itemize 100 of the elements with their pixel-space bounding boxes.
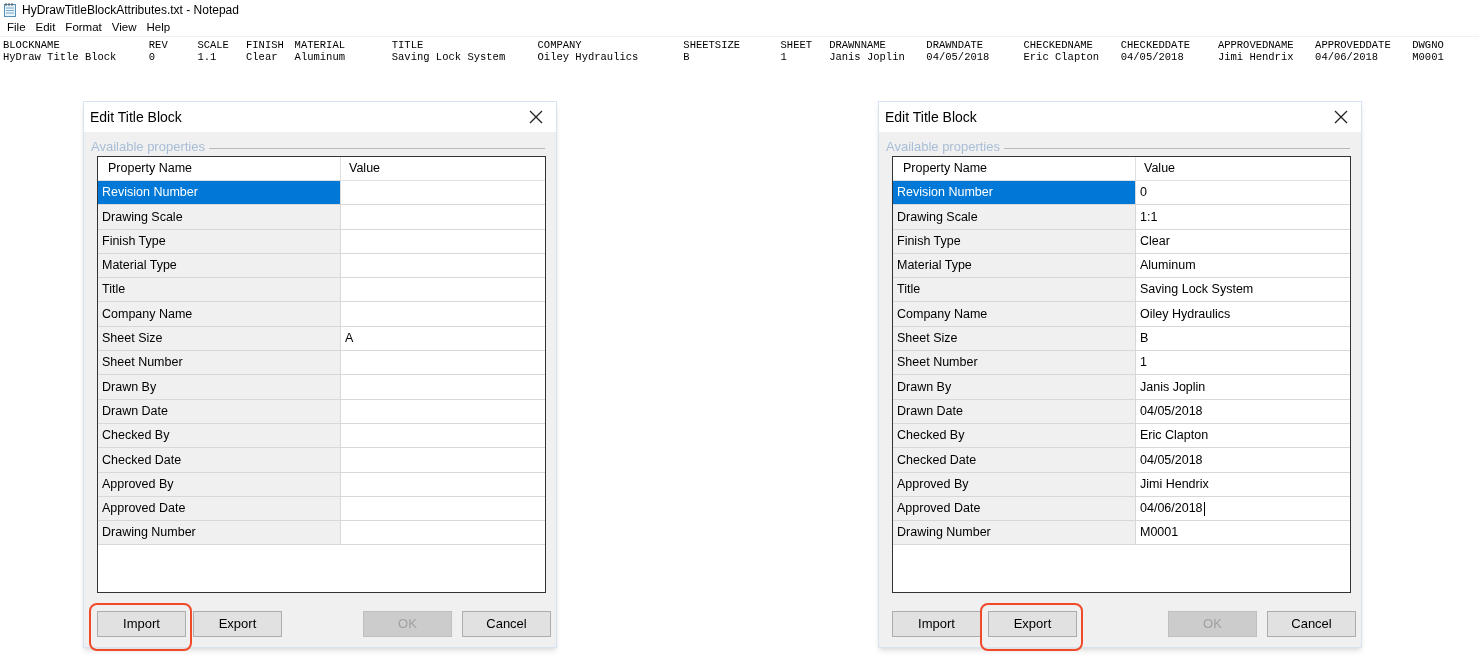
field-value-text: Aluminum	[294, 51, 346, 63]
property-name-cell[interactable]: Revision Number	[98, 181, 341, 205]
column-heading-text: APPROVEDNAME	[1217, 39, 1295, 51]
property-name-cell[interactable]: Checked Date	[893, 448, 1136, 472]
menu-item[interactable]: Format	[60, 19, 107, 37]
property-name-cell[interactable]: Drawing Scale	[893, 205, 1136, 229]
close-icon	[529, 110, 543, 124]
property-name-cell[interactable]: Approved By	[893, 472, 1136, 496]
column-heading-text: DRAWNNAME	[829, 39, 887, 51]
group-label: Available properties	[886, 140, 1000, 154]
dialog-button[interactable]: Import	[892, 611, 981, 637]
property-name-cell[interactable]: Approved Date	[98, 496, 341, 521]
column-heading-text: APPROVEDDATE	[1315, 39, 1392, 51]
property-name-cell[interactable]: Company Name	[98, 302, 341, 326]
property-name-cell[interactable]: Checked By	[98, 423, 341, 448]
property-name-cell[interactable]: Company Name	[893, 302, 1136, 326]
dialog-button[interactable]: Cancel	[462, 611, 551, 637]
property-value-field[interactable]: 1	[1136, 351, 1350, 375]
property-name-cell[interactable]: Sheet Number	[98, 351, 341, 375]
column-heading-text: FINISH	[246, 39, 285, 51]
property-value-field[interactable]: Jimi Hendrix	[1136, 472, 1350, 496]
field-value-text: 04/06/2018	[1315, 51, 1380, 63]
property-name-cell[interactable]: Approved By	[98, 472, 341, 496]
field-value-text: Eric Clapton	[1023, 51, 1101, 63]
property-name-cell[interactable]: Finish Type	[893, 229, 1136, 253]
property-name-cell[interactable]: Revision Number	[893, 181, 1136, 205]
column-header[interactable]: Property Name	[98, 157, 341, 180]
property-value-field[interactable]: Eric Clapton	[1136, 423, 1350, 448]
field-value-text: 0	[148, 51, 157, 63]
property-value-field[interactable]: 04/05/2018	[1136, 399, 1350, 423]
property-name-cell[interactable]: Drawing Number	[98, 521, 341, 545]
column-heading-text: CHECKEDNAME	[1023, 39, 1094, 51]
property-name-cell[interactable]: Sheet Size	[893, 326, 1136, 351]
property-value-field[interactable]: M0001	[1136, 521, 1350, 545]
property-value-field[interactable]: 0	[1136, 181, 1350, 205]
field-value-text: HyDraw Title Block	[3, 51, 118, 63]
property-name-cell[interactable]: Drawn By	[98, 375, 341, 399]
field-value-text: Clear	[246, 51, 279, 63]
property-name-cell[interactable]: Drawing Scale	[98, 205, 341, 229]
column-heading-text: DRAWNDATE	[926, 39, 985, 51]
property-name-cell[interactable]: Title	[893, 278, 1136, 302]
property-value-field[interactable]: 04/05/2018	[1136, 448, 1350, 472]
close-icon	[1334, 110, 1348, 124]
column-heading-text: SCALE	[197, 39, 230, 51]
property-name-cell[interactable]: Checked By	[893, 423, 1136, 448]
property-value-field[interactable]: Aluminum	[1136, 253, 1350, 278]
column-heading-text: SHEETSIZE	[683, 39, 742, 51]
property-value-field[interactable]: 1:1	[1136, 205, 1350, 229]
column-heading-text: BLOCKNAME	[3, 39, 61, 51]
property-name-cell[interactable]: Drawn Date	[893, 399, 1136, 423]
property-name-cell[interactable]: Checked Date	[98, 448, 341, 472]
property-name-cell[interactable]: Finish Type	[98, 229, 341, 253]
field-value-text: Jimi Hendrix	[1217, 51, 1295, 63]
column-header[interactable]: Value	[341, 157, 545, 180]
property-name-cell[interactable]: Material Type	[893, 253, 1136, 278]
dialog-title: Edit Title Block	[90, 107, 182, 127]
property-name-cell[interactable]: Approved Date	[893, 496, 1136, 521]
property-value-field[interactable]: Clear	[1136, 229, 1350, 253]
property-value-field[interactable]: B	[1136, 326, 1350, 351]
field-value-text: 04/05/2018	[926, 51, 991, 63]
dialog-button[interactable]: Cancel	[1267, 611, 1356, 637]
field-value-text: 04/05/2018	[1120, 51, 1185, 63]
property-name-cell[interactable]: Drawing Number	[893, 521, 1136, 545]
property-value-field[interactable]: 04/06/2018	[1136, 496, 1350, 521]
field-value-text: Janis Joplin	[829, 51, 906, 63]
notepad-icon	[4, 3, 16, 17]
column-heading-text: MATERIAL	[294, 39, 346, 51]
property-name-cell[interactable]: Material Type	[98, 253, 341, 278]
property-name-cell[interactable]: Drawn Date	[98, 399, 341, 423]
column-header[interactable]: Property Name	[893, 157, 1136, 180]
property-value-field[interactable]: Janis Joplin	[1136, 375, 1350, 399]
field-value-text: 1	[780, 51, 788, 63]
field-value-text: M0001	[1412, 51, 1445, 63]
property-name-cell[interactable]: Sheet Number	[893, 351, 1136, 375]
window-title: HyDrawTitleBlockAttributes.txt - Notepad	[22, 2, 239, 19]
menu-item[interactable]: Edit	[30, 19, 61, 37]
column-heading-text: REV	[148, 39, 169, 51]
field-value-text: Saving Lock System	[391, 51, 507, 63]
field-value-text: B	[683, 51, 691, 63]
property-name-cell[interactable]: Sheet Size	[98, 326, 341, 351]
menu-item[interactable]: File	[2, 19, 31, 37]
column-header[interactable]: Value	[1136, 157, 1350, 180]
menu-item[interactable]: Help	[141, 19, 176, 37]
column-heading-text: CHECKEDDATE	[1120, 39, 1191, 51]
field-value-text: Oiley Hydraulics	[537, 51, 640, 63]
property-name-cell[interactable]: Drawn By	[893, 375, 1136, 399]
property-name-cell[interactable]: Title	[98, 278, 341, 302]
property-value-field[interactable]: Oiley Hydraulics	[1136, 302, 1350, 326]
dialog-button[interactable]: Import	[97, 611, 186, 637]
column-heading-text: TITLE	[391, 39, 425, 51]
property-value-field[interactable]: Saving Lock System	[1136, 278, 1350, 302]
column-heading-text: DWGNO	[1412, 39, 1445, 51]
column-heading-text: COMPANY	[537, 39, 583, 51]
menu-item[interactable]: View	[106, 19, 142, 37]
dialog-title: Edit Title Block	[885, 107, 977, 127]
group-label: Available properties	[91, 140, 205, 154]
dialog-button[interactable]: Export	[988, 611, 1077, 637]
property-value-field[interactable]: A	[341, 326, 545, 351]
column-heading-text: SHEET	[780, 39, 814, 51]
dialog-button[interactable]: Export	[193, 611, 282, 637]
